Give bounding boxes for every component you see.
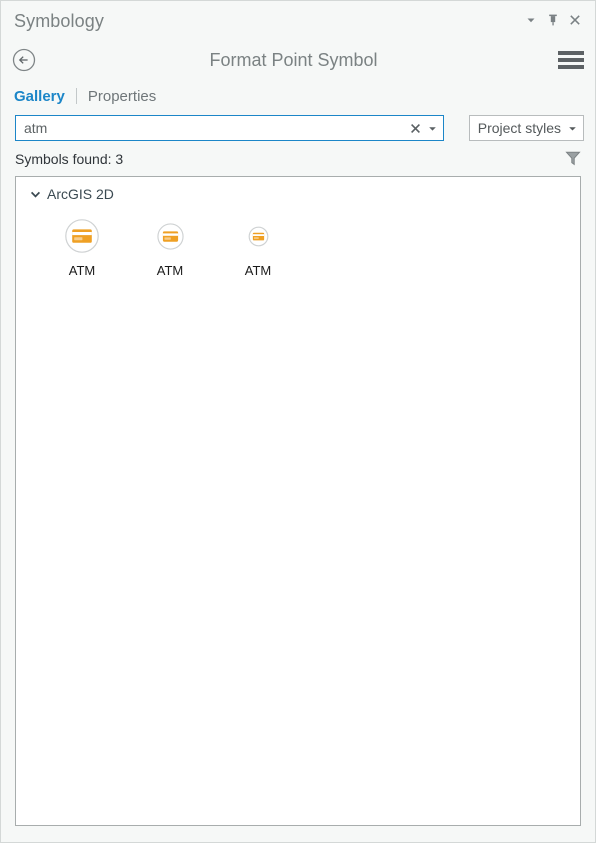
symbol-gallery[interactable]: ArcGIS 2D ATM ATM ATM <box>15 176 581 826</box>
list-item[interactable]: ATM <box>126 212 214 277</box>
panel-window-controls <box>521 9 585 31</box>
tab-gallery[interactable]: Gallery <box>14 89 65 104</box>
panel-tabs: Gallery Properties <box>1 81 595 111</box>
style-scope-label: Project styles <box>477 120 561 136</box>
list-item[interactable]: ATM <box>38 212 126 277</box>
style-scope-dropdown[interactable]: Project styles <box>468 115 584 141</box>
funnel-filter-icon[interactable] <box>562 148 584 170</box>
atm-card-symbol <box>155 216 186 256</box>
close-icon[interactable] <box>565 9 585 31</box>
list-item[interactable]: ATM <box>214 212 302 277</box>
panel-command-row: Format Point Symbol <box>1 39 595 81</box>
search-box[interactable] <box>15 115 444 141</box>
atm-card-symbol <box>247 216 270 256</box>
tab-properties[interactable]: Properties <box>88 89 156 104</box>
symbology-panel: Symbology Format Point Symbol Gallery Pr… <box>0 0 596 843</box>
hamburger-bar <box>558 58 584 62</box>
circle-arrow-left-icon[interactable] <box>9 45 39 75</box>
symbols-found-text: Symbols found: 3 <box>15 151 124 167</box>
gallery-container: ArcGIS 2D ATM ATM ATM <box>1 173 595 842</box>
search-input[interactable] <box>24 118 406 138</box>
chevron-down-icon <box>569 126 576 130</box>
list-item-label: ATM <box>156 263 184 278</box>
list-item-label: ATM <box>244 263 272 278</box>
list-item-label: ATM <box>68 263 96 278</box>
gallery-group-name: ArcGIS 2D <box>47 186 114 202</box>
pin-icon[interactable] <box>543 9 563 31</box>
gallery-group-header[interactable]: ArcGIS 2D <box>16 184 580 204</box>
hamburger-bar <box>558 65 584 69</box>
tab-divider <box>75 88 77 104</box>
panel-title: Symbology <box>14 11 104 31</box>
panel-title-bar: Symbology <box>1 1 595 39</box>
results-row: Symbols found: 3 <box>1 145 595 173</box>
page-title: Format Point Symbol <box>209 50 378 70</box>
menu-caret-icon[interactable] <box>521 9 541 31</box>
hamburger-menu-icon[interactable] <box>554 47 584 73</box>
atm-card-symbol <box>62 216 102 256</box>
chevron-down-icon <box>30 191 41 198</box>
clear-search-icon[interactable] <box>406 117 425 139</box>
symbol-list: ATM ATM ATM <box>16 204 580 277</box>
search-row: Project styles <box>1 111 595 145</box>
hamburger-bar <box>558 51 584 55</box>
search-history-caret-icon[interactable] <box>425 117 441 139</box>
